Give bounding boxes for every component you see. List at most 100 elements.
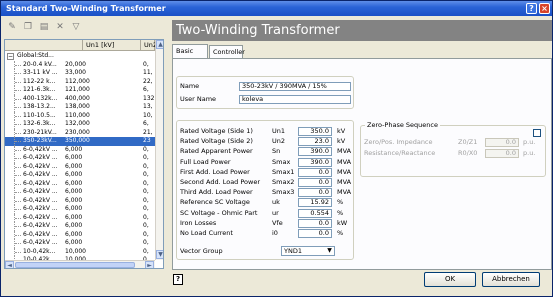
parameter-label: Reference SC Voltage bbox=[180, 198, 250, 207]
tree-row[interactable]: 6-0,42kV ... 6,000 0, bbox=[5, 196, 155, 205]
zero-phase-value[interactable]: 0.0 bbox=[485, 138, 519, 147]
column-header-un1[interactable]: Un1 [kV] bbox=[83, 40, 141, 51]
row-un2: 6, bbox=[143, 86, 149, 93]
paste-icon[interactable]: ▤ bbox=[38, 21, 50, 33]
tree-row[interactable]: 6-0,42kV ... 6,000 0, bbox=[5, 213, 155, 222]
parameter-symbol: Smax2 bbox=[272, 178, 295, 186]
question-icon[interactable]: ? bbox=[173, 274, 183, 285]
row-name: 6-0,42kV ... bbox=[23, 213, 58, 221]
parameter-value[interactable]: 390.0 bbox=[298, 147, 332, 157]
help-icon[interactable]: ? bbox=[526, 3, 537, 14]
row-un1: 6,000 bbox=[65, 162, 83, 170]
tree-row[interactable]: 6-0,42kV ... 6,000 0, bbox=[5, 222, 155, 231]
ok-button[interactable]: OK bbox=[424, 272, 476, 287]
row-un2: 0, bbox=[143, 145, 149, 153]
row-un1: 6,000 bbox=[65, 222, 83, 229]
tree-row[interactable]: 121-6.3k... 121,000 6, bbox=[5, 86, 155, 95]
row-un2: 0, bbox=[143, 222, 149, 229]
tree-row[interactable]: 6-0,42kV ... 6,000 0, bbox=[5, 179, 155, 188]
tree-line bbox=[15, 226, 21, 227]
parameter-value[interactable]: 0.0 bbox=[298, 218, 332, 228]
tree-row[interactable]: 6-0,42kV ... 6,000 0, bbox=[5, 162, 155, 171]
name-group: Name 350-23kV / 390MVA / 15% User Name k… bbox=[176, 76, 354, 109]
tree-row[interactable]: 6-0,42kV ... 6,000 0, bbox=[5, 205, 155, 214]
tab-basic-data[interactable]: Basic Data bbox=[172, 44, 208, 68]
tree-vertical-scrollbar[interactable]: ▲ ▼ bbox=[155, 40, 163, 260]
tree-row[interactable]: 6-0,42kV ... 6,000 0, bbox=[5, 145, 155, 154]
scroll-right-icon[interactable]: ► bbox=[145, 261, 154, 268]
name-field[interactable]: 350-23kV / 390MVA / 15% bbox=[239, 82, 351, 91]
tree-row[interactable]: 400-132k... 400,000 132 bbox=[5, 94, 155, 103]
tree-line bbox=[15, 192, 21, 193]
column-header-un2[interactable]: Un2 bbox=[141, 40, 157, 51]
parameter-value[interactable]: 0.0 bbox=[298, 229, 332, 238]
parameter-label: Rated Voltage (Side 2) bbox=[180, 137, 253, 146]
scroll-up-icon[interactable]: ▲ bbox=[156, 40, 163, 49]
zero-phase-value[interactable]: 0.0 bbox=[485, 149, 519, 158]
zero-phase-symbol: Z0/Z1 bbox=[458, 138, 478, 146]
copy-icon[interactable]: ❐ bbox=[22, 21, 34, 33]
tree-row[interactable]: 6-0,42kV ... 6,000 0, bbox=[5, 188, 155, 197]
row-un1: 121,000 bbox=[65, 86, 90, 93]
parameter-value[interactable]: 15.92 bbox=[298, 198, 332, 208]
tree-row[interactable]: 6-0,42kV ... 6,000 0, bbox=[5, 154, 155, 163]
parameter-value[interactable]: 0.0 bbox=[298, 188, 332, 198]
row-name: 6-0,42kV ... bbox=[23, 188, 58, 195]
row-un2: 0, bbox=[143, 179, 149, 187]
scroll-down-icon[interactable]: ▼ bbox=[156, 250, 163, 259]
zero-phase-unit: p.u. bbox=[523, 149, 536, 157]
tree-row[interactable]: 6-0,42kV ... 6,000 0, bbox=[5, 171, 155, 180]
parameter-symbol: ur bbox=[272, 208, 279, 217]
row-un1: 6,000 bbox=[65, 145, 83, 153]
tree-row[interactable]: 33-11 kV ... 33,000 11, bbox=[5, 69, 155, 78]
tree-row[interactable]: 350-23kV... 350,000 23 bbox=[5, 137, 155, 146]
filter-icon[interactable]: ▽ bbox=[70, 21, 82, 33]
parameter-symbol: Un1 bbox=[272, 127, 286, 135]
parameter-value[interactable]: 23.0 bbox=[298, 137, 332, 147]
parameter-value[interactable]: 0.0 bbox=[298, 178, 332, 187]
row-name: 6-0,42kV ... bbox=[23, 171, 58, 178]
tree-row[interactable]: 138-13.2... 138,000 13, bbox=[5, 103, 155, 112]
parameter-value[interactable]: 0.554 bbox=[298, 208, 332, 218]
tree-row[interactable]: 10-0,42k... 10,000 0, bbox=[5, 247, 155, 256]
tree-row[interactable]: 230-21kV... 230,000 21, bbox=[5, 128, 155, 137]
new-icon[interactable]: ✎ bbox=[6, 21, 18, 33]
zero-phase-checkbox[interactable] bbox=[533, 129, 541, 137]
chevron-down-icon[interactable]: ▼ bbox=[325, 247, 334, 255]
collapse-icon[interactable]: − bbox=[7, 53, 14, 60]
row-name: 6-0,42kV ... bbox=[23, 205, 58, 212]
tree-root[interactable]: − Global:Std... bbox=[5, 52, 155, 61]
title-bar[interactable]: Standard Two-Winding Transformer ? × bbox=[1, 1, 552, 16]
vector-group-value: YND1 bbox=[284, 247, 302, 255]
scroll-thumb[interactable] bbox=[15, 262, 135, 268]
row-un2: 0, bbox=[143, 213, 149, 221]
row-un1: 20,000 bbox=[65, 60, 86, 68]
parameter-symbol: Sn bbox=[272, 147, 281, 156]
parameter-value[interactable]: 390.0 bbox=[298, 157, 332, 167]
scroll-left-icon[interactable]: ◄ bbox=[5, 261, 14, 268]
tab-controller[interactable]: Controller bbox=[209, 45, 245, 58]
parameter-value[interactable]: 0.0 bbox=[298, 167, 332, 177]
tree-horizontal-scrollbar[interactable]: ◄ ► bbox=[5, 260, 155, 268]
parameter-unit: kV bbox=[337, 137, 346, 146]
transformer-tree[interactable]: Un1 [kV] Un2 − Global:Std... 20-0.4 kV..… bbox=[4, 39, 164, 269]
user-name-field[interactable]: koleva bbox=[239, 95, 351, 104]
tree-line bbox=[15, 166, 21, 168]
parameter-value[interactable]: 350.0 bbox=[298, 127, 332, 136]
tree-row[interactable]: 112-22 k... 112,000 22, bbox=[5, 77, 155, 86]
parameter-unit: % bbox=[337, 208, 344, 217]
tree-row[interactable]: 6-0,42kV ... 6,000 0, bbox=[5, 230, 155, 239]
delete-icon[interactable]: ✕ bbox=[54, 21, 66, 33]
vector-group-select[interactable]: YND1 ▼ bbox=[281, 246, 335, 256]
parameter-unit: MVA bbox=[337, 157, 352, 166]
tree-row[interactable]: 6-0,42kV ... 6,000 0, bbox=[5, 239, 155, 248]
tree-line bbox=[15, 149, 21, 151]
close-icon[interactable]: × bbox=[539, 3, 550, 14]
zero-phase-unit: p.u. bbox=[523, 138, 536, 146]
tree-row[interactable]: 132-6.3k... 132,000 6, bbox=[5, 120, 155, 129]
column-header-name[interactable] bbox=[5, 40, 83, 51]
tree-row[interactable]: 110-10.5... 110,000 10, bbox=[5, 111, 155, 120]
cancel-button[interactable]: Abbrechen bbox=[482, 272, 540, 287]
tree-row[interactable]: 20-0.4 kV... 20,000 0, bbox=[5, 60, 155, 69]
row-un2: 10, bbox=[143, 111, 153, 119]
